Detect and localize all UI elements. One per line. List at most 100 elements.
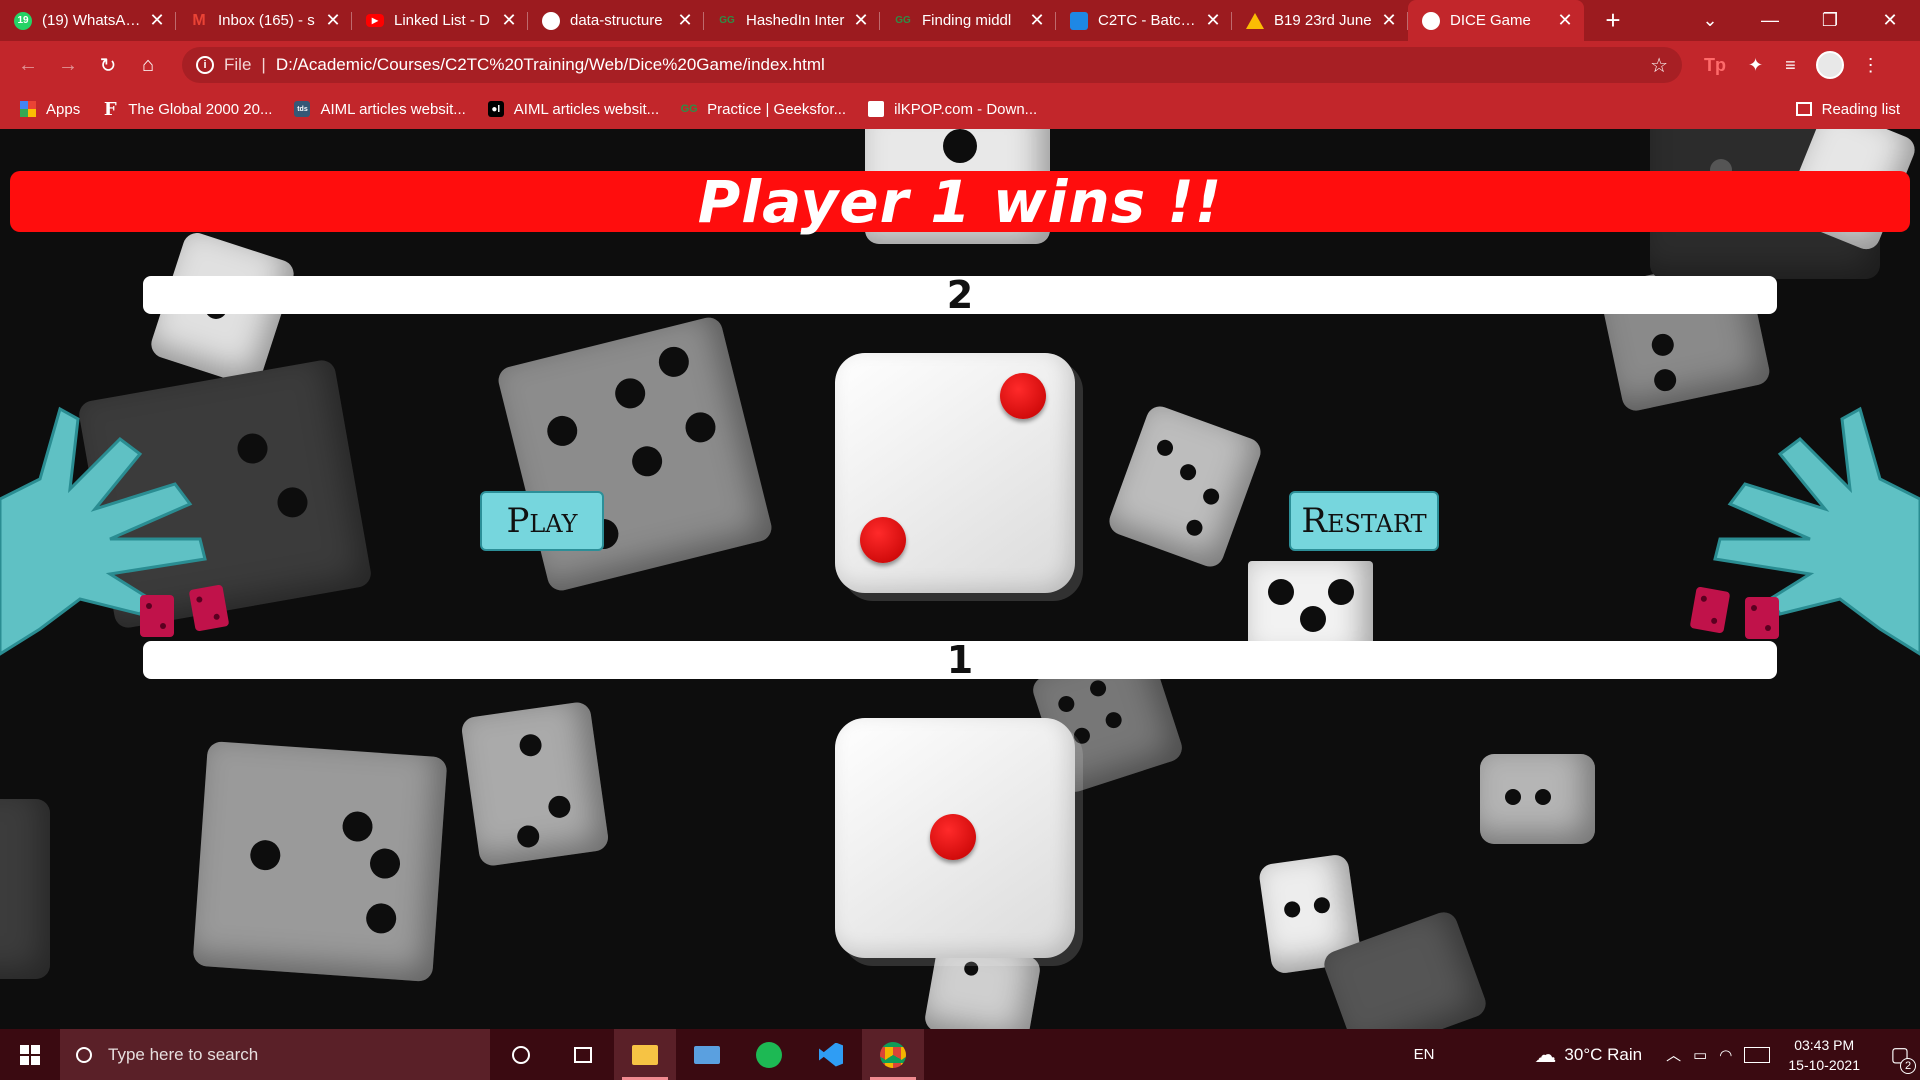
notification-center-button[interactable]: ▢ 2 [1880,1029,1920,1080]
tab-title: C2TC - Batch 3 [1098,12,1198,29]
home-button[interactable]: ⌂ [128,54,168,77]
spotify-icon[interactable] [738,1029,800,1080]
tab-youtube[interactable]: ▶ Linked List - D ✕ [352,0,528,41]
tab-hashedin[interactable]: GG HashedIn Inter ✕ [704,0,880,41]
classroom-icon [1070,11,1088,30]
tab-c2tc[interactable]: C2TC - Batch 3 ✕ [1056,0,1232,41]
close-window-button[interactable]: ✕ [1860,10,1920,31]
geeksforgeeks-icon: GG [719,15,735,26]
chevron-up-icon[interactable]: ︿ [1666,1044,1681,1065]
weather-text: 30°C Rain [1564,1044,1643,1064]
url-text[interactable]: D:/Academic/Courses/C2TC%20Training/Web/… [276,55,825,75]
close-icon[interactable]: ✕ [500,10,518,31]
youtube-icon: ▶ [366,14,384,27]
url-separator: | [261,55,266,74]
background-die [460,700,610,868]
clock-date: 15-10-2021 [1788,1056,1860,1073]
task-view-icon[interactable] [552,1029,614,1080]
start-button[interactable] [0,1029,60,1080]
bookmark-aiml-tds[interactable]: tds AIML articles websit... [294,100,466,118]
cortana-icon[interactable] [490,1029,552,1080]
bookmark-aiml-medium[interactable]: ●I AIML articles websit... [487,101,659,118]
player1-die [835,353,1075,593]
language-indicator[interactable]: EN [1414,1046,1435,1063]
close-icon[interactable]: ✕ [1556,10,1574,31]
bookmark-ilkpop[interactable]: ilKPOP.com - Down... [868,101,1037,118]
tab-title: Inbox (165) - s [218,12,315,29]
file-explorer-icon[interactable] [614,1029,676,1080]
forward-button[interactable]: → [48,54,88,77]
player2-score: 1 [143,638,1777,682]
restore-button[interactable]: ❐ [1800,10,1860,31]
gmail-icon: M [192,11,206,29]
back-button[interactable]: ← [8,54,48,77]
play-button[interactable]: Play [480,491,604,551]
info-icon[interactable]: i [196,56,214,74]
tab-title: (19) WhatsApp [42,12,142,29]
extension-tp-icon[interactable]: Tp [1704,55,1726,76]
profile-avatar[interactable] [1815,51,1844,79]
bookmark-label: ilKPOP.com - Down... [894,100,1038,118]
small-red-die [188,584,230,632]
tab-title: DICE Game [1450,12,1531,29]
menu-kebab-icon[interactable]: ⋮ [1862,55,1880,76]
tds-icon: tds [294,101,311,117]
bookmark-star-icon[interactable]: ☆ [1650,53,1668,78]
bookmark-global-2000[interactable]: F The Global 2000 20... [102,99,273,120]
player1-score: 2 [143,273,1777,317]
tab-whatsapp[interactable]: 19 (19) WhatsApp ✕ [0,0,176,41]
github-icon [542,11,560,30]
tab-gmail[interactable]: M Inbox (165) - s ✕ [176,0,352,41]
bookmark-label: The Global 2000 20... [128,100,273,118]
close-icon[interactable]: ✕ [148,10,166,31]
chrome-icon[interactable] [862,1029,924,1080]
tab-b19[interactable]: B19 23rd June ✕ [1232,0,1408,41]
wifi-icon[interactable]: ◠ [1719,1046,1732,1064]
bookmark-geeksforgeeks[interactable]: GG Practice | Geeksfor... [681,100,847,118]
clock[interactable]: 03:43 PM 15-10-2021 [1788,1035,1860,1075]
reload-button[interactable]: ↻ [88,53,128,78]
close-icon[interactable]: ✕ [676,10,694,31]
reading-list-button[interactable]: Reading list [1795,101,1900,118]
close-icon[interactable]: ✕ [852,10,870,31]
small-red-die [1745,597,1779,639]
drive-icon [1246,12,1264,29]
tab-search-icon[interactable]: ⌄ [1680,10,1740,31]
medium-icon: ●I [487,101,504,117]
search-placeholder: Type here to search [108,1044,259,1064]
tab-title: data-structure [570,12,663,29]
bookmark-label: AIML articles websit... [320,100,466,118]
restart-button[interactable]: Restart [1289,491,1439,551]
new-tab-button[interactable]: + [1598,5,1628,36]
close-icon[interactable]: ✕ [324,10,342,31]
windows-logo-icon [20,1044,40,1065]
close-icon[interactable]: ✕ [1380,10,1398,31]
close-icon[interactable]: ✕ [1028,10,1046,31]
close-icon[interactable]: ✕ [1204,10,1222,31]
laptop-icon[interactable] [676,1029,738,1080]
system-tray: EN ☁ 30°C Rain ︿ ▭ ◠ 03:43 PM 15-10-2021… [1414,1029,1920,1080]
tab-finding-middle[interactable]: GG Finding middl ✕ [880,0,1056,41]
background-die [495,314,775,594]
minimize-button[interactable]: — [1740,10,1800,31]
reading-list-icon [1795,102,1812,116]
bookmark-label: Practice | Geeksfor... [707,100,847,118]
tab-github[interactable]: data-structure ✕ [528,0,704,41]
media-control-icon[interactable]: ≡ [1785,55,1796,76]
taskbar-search[interactable]: Type here to search [60,1029,490,1080]
bookmark-label: Apps [46,100,81,118]
vscode-icon[interactable] [800,1029,862,1080]
weather-widget[interactable]: ☁ 30°C Rain [1534,1042,1642,1068]
battery-icon[interactable]: ▭ [1693,1046,1707,1064]
tab-dice-game[interactable]: DICE Game ✕ [1408,0,1584,41]
keyboard-icon[interactable] [1744,1046,1771,1063]
search-icon [76,1046,92,1063]
extensions-puzzle-icon[interactable]: ✦ [1748,55,1763,76]
bookmark-apps[interactable]: Apps [20,101,80,118]
cloud-rain-icon: ☁ [1534,1041,1557,1067]
player2-die [835,718,1075,958]
clock-time: 03:43 PM [1794,1036,1855,1053]
ilkpop-icon [868,101,885,117]
die-pip [1000,373,1046,419]
address-bar[interactable]: i File | D:/Academic/Courses/C2TC%20Trai… [182,47,1682,83]
